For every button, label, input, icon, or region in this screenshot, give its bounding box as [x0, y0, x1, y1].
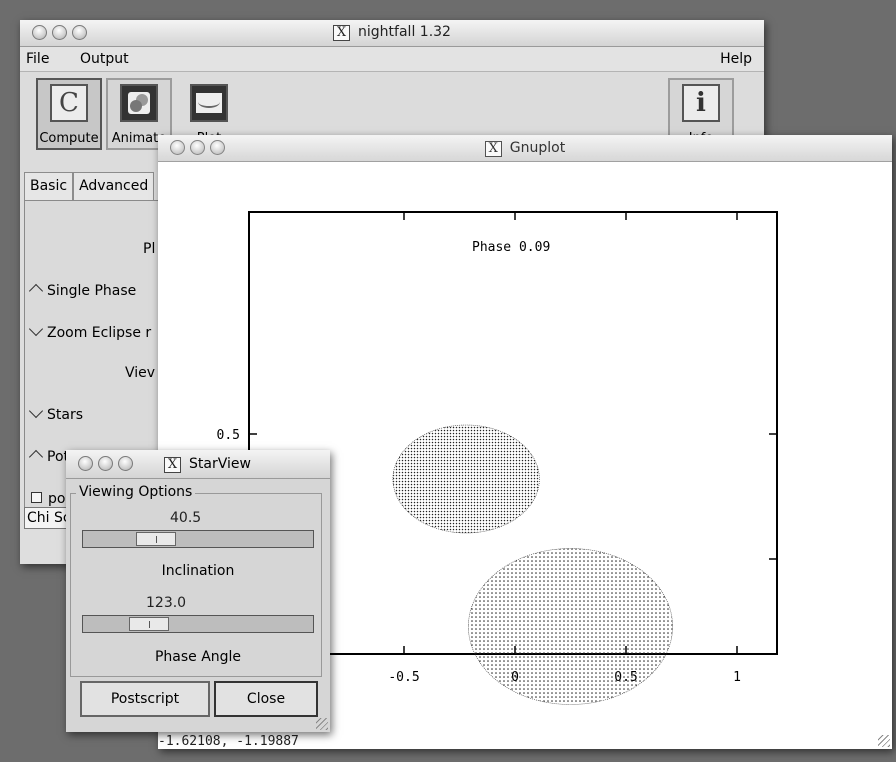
phase-angle-value: 123.0: [146, 595, 187, 611]
info-icon: i: [682, 84, 720, 122]
coordinate-readout: -1.62108, -1.19887: [158, 734, 299, 749]
zoom-window-icon[interactable]: [118, 456, 133, 471]
radio-stars[interactable]: Stars: [28, 403, 83, 423]
compute-icon: C: [50, 84, 88, 122]
radio-up-icon: [28, 283, 44, 299]
tab-advanced[interactable]: Advanced: [73, 172, 155, 200]
film-curve-icon: [190, 84, 228, 122]
minimize-window-icon[interactable]: [98, 456, 113, 471]
starview-window: X StarView Viewing Options 40.5 Inclinati…: [66, 450, 330, 732]
phase-angle-label: Phase Angle: [154, 649, 242, 665]
stars-layer: [392, 424, 673, 705]
x11-icon: X: [164, 457, 181, 473]
menu-bar: File Output Help: [20, 47, 764, 72]
inclination-label: Inclination: [161, 563, 235, 579]
nightfall-titlebar[interactable]: Xnightfall 1.32: [20, 20, 764, 47]
menu-help[interactable]: Help: [720, 51, 752, 67]
x11-icon: X: [333, 25, 351, 41]
tab-basic[interactable]: Basic: [24, 172, 74, 200]
inclination-value: 40.5: [170, 510, 202, 526]
menu-output[interactable]: Output: [80, 51, 129, 67]
radio-down-icon: [28, 321, 44, 337]
phase-angle-slider[interactable]: [82, 615, 314, 633]
inclination-slider[interactable]: [82, 530, 314, 548]
x-tick-label: -0.5: [388, 670, 419, 685]
starview-titlebar[interactable]: X StarView: [66, 450, 330, 479]
menu-file[interactable]: File: [26, 51, 49, 67]
radio-zoom-eclipse[interactable]: Zoom Eclipse r: [28, 321, 151, 341]
checkbox-po[interactable]: po: [31, 491, 65, 507]
viewing-options-label: Viewing Options: [76, 484, 196, 500]
window-title: nightfall 1.32: [358, 24, 451, 40]
radio-single-phase[interactable]: Single Phase: [28, 283, 136, 299]
resize-grip-icon[interactable]: [878, 735, 890, 747]
close-button[interactable]: Close: [214, 681, 318, 717]
inclination-slider-thumb[interactable]: [136, 532, 176, 546]
radio-up-icon: [28, 449, 44, 465]
radio-down-icon: [28, 403, 44, 419]
y-tick-label: 0.5: [217, 428, 240, 443]
compute-button[interactable]: C Compute: [36, 78, 102, 150]
view-heading: Viev: [125, 365, 156, 381]
x-tick-label: 1: [733, 670, 741, 685]
film-stars-icon: [120, 84, 158, 122]
close-window-icon[interactable]: [78, 456, 93, 471]
star-2: [468, 548, 673, 705]
star-1: [392, 424, 540, 534]
window-title: StarView: [189, 456, 251, 472]
phase-annotation: Phase 0.09: [472, 240, 550, 255]
plot-heading: Pl: [143, 241, 156, 257]
checkbox-icon: [31, 492, 42, 503]
resize-grip-icon[interactable]: [316, 718, 328, 730]
window-controls: [78, 456, 133, 471]
tab-bar: Basic Advanced: [24, 172, 155, 200]
postscript-button[interactable]: Postscript: [80, 681, 210, 717]
phase-angle-slider-thumb[interactable]: [129, 617, 169, 631]
